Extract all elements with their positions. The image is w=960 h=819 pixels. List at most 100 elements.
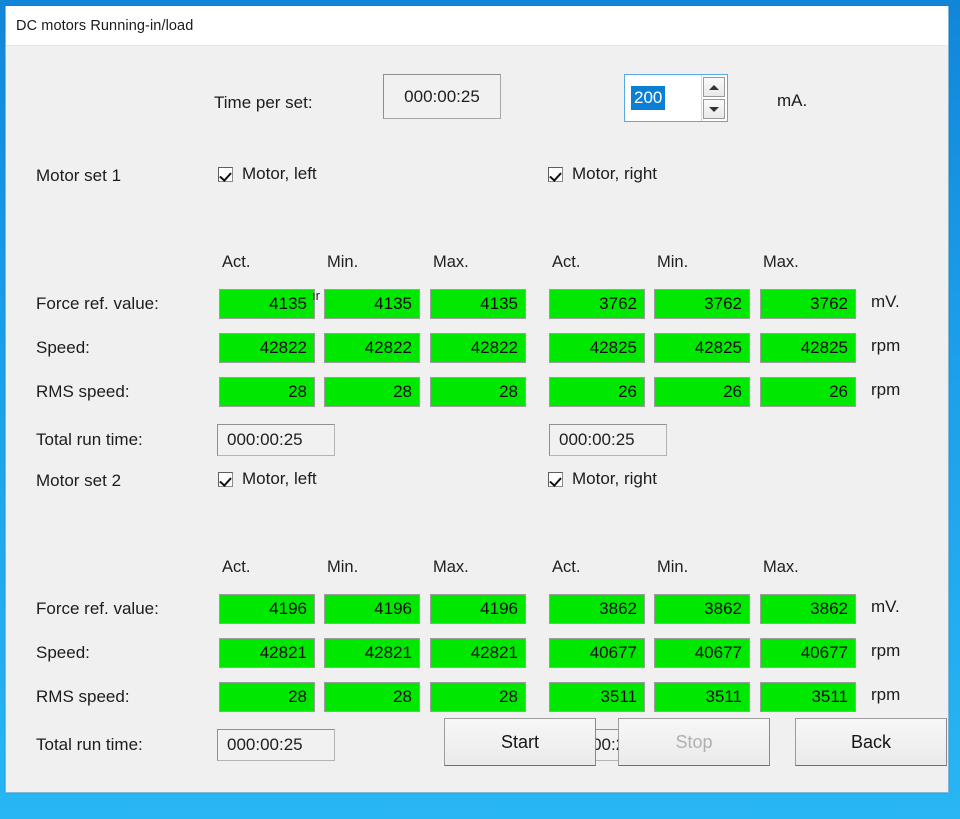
table-cell-force-min-right: 3762 <box>654 289 750 319</box>
unit-rms: rpm <box>871 685 901 704</box>
time-per-set-field[interactable]: 000:00:25 <box>383 74 501 119</box>
table-cell-force-act-right: 3862 <box>549 594 645 624</box>
checkbox-checked-icon <box>548 471 563 487</box>
checkbox-checked-icon <box>218 471 233 487</box>
column-header-min-left: Min. <box>327 253 359 271</box>
motor-set-1-right-checkbox[interactable]: Motor, right <box>548 164 657 184</box>
table-cell-force-min-left: 4135 <box>324 289 420 319</box>
triangle-up-icon <box>709 84 719 90</box>
table-cell-force-max-left: 4135 <box>430 289 526 319</box>
row-label-force: Force ref. value: <box>36 599 159 618</box>
motor-set-1-left-label: Motor, left <box>242 164 317 183</box>
checkbox-checked-icon <box>218 166 233 182</box>
table-cell-speed-max-right: 40677 <box>760 638 856 668</box>
time-per-set-row: Time per set: 000:00:25 200 mA. <box>6 46 948 138</box>
start-button[interactable]: Start <box>444 718 596 766</box>
table-cell-speed-min-right: 40677 <box>654 638 750 668</box>
motor-set-2-title: Motor set 2 <box>36 471 122 490</box>
total-run-time-right: 000:00:25 <box>549 424 667 456</box>
table-cell-rms-act-left: 28 <box>219 682 315 712</box>
motor-set-2-right-label: Motor, right <box>572 469 658 488</box>
row-label-rms: RMS speed: <box>36 687 130 706</box>
checkbox-checked-icon <box>548 166 563 182</box>
unit-rms: rpm <box>871 380 901 399</box>
desktop-background: DC motors Running-in/load Time per set: … <box>0 0 960 819</box>
motor-set-2-left-checkbox[interactable]: Motor, left <box>218 469 317 489</box>
column-header-min-right: Min. <box>657 253 689 271</box>
table-cell-speed-act-right: 40677 <box>549 638 645 668</box>
application-window: DC motors Running-in/load Time per set: … <box>5 6 949 793</box>
unit-speed: rpm <box>871 641 901 660</box>
spinner-buttons <box>701 75 727 121</box>
window-titlebar: DC motors Running-in/load <box>6 6 948 46</box>
column-header-max-right: Max. <box>763 253 799 271</box>
column-header-min-left: Min. <box>327 558 359 576</box>
table-cell-force-min-left: 4196 <box>324 594 420 624</box>
triangle-down-icon <box>709 106 719 112</box>
table-cell-force-act-left: 4135 <box>219 289 315 319</box>
column-header-act-left: Act. <box>222 558 251 576</box>
dialog-button-bar: Start Stop Back <box>6 718 948 770</box>
row-label-speed: Speed: <box>36 338 90 357</box>
motor-set-1-title: Motor set 1 <box>36 166 122 185</box>
stop-button: Stop <box>618 718 770 766</box>
table-cell-speed-min-left: 42821 <box>324 638 420 668</box>
time-per-set-label: Time per set: <box>214 93 313 112</box>
table-cell-speed-min-right: 42825 <box>654 333 750 363</box>
column-header-max-right: Max. <box>763 558 799 576</box>
table-cell-force-max-right: 3762 <box>760 289 856 319</box>
current-input-value: 200 <box>631 85 666 111</box>
table-cell-force-max-left: 4196 <box>430 594 526 624</box>
table-cell-rms-act-right: 3511 <box>549 682 645 712</box>
table-cell-rms-min-right: 3511 <box>654 682 750 712</box>
table-cell-force-act-left: 4196 <box>219 594 315 624</box>
column-header-max-left: Max. <box>433 558 469 576</box>
motor-set-2-right-checkbox[interactable]: Motor, right <box>548 469 657 489</box>
motor-set-1-left-checkbox[interactable]: Motor, left <box>218 164 317 184</box>
table-cell-rms-min-left: 28 <box>324 377 420 407</box>
unit-force: mV. <box>871 597 900 616</box>
window-title: DC motors Running-in/load <box>16 17 194 34</box>
table-cell-rms-max-right: 3511 <box>760 682 856 712</box>
spinner-up-button[interactable] <box>703 77 725 97</box>
row-label-speed: Speed: <box>36 643 90 662</box>
table-cell-speed-max-right: 42825 <box>760 333 856 363</box>
table-cell-speed-act-left: 42821 <box>219 638 315 668</box>
row-label-total: Total run time: <box>36 430 143 449</box>
column-header-min-right: Min. <box>657 558 689 576</box>
current-input[interactable]: 200 <box>625 75 701 121</box>
table-cell-speed-max-left: 42821 <box>430 638 526 668</box>
unit-force: mV. <box>871 292 900 311</box>
spinner-down-button[interactable] <box>703 99 725 119</box>
table-cell-rms-max-left: 28 <box>430 682 526 712</box>
total-run-time-left: 000:00:25 <box>217 424 335 456</box>
table-cell-rms-max-right: 26 <box>760 377 856 407</box>
table-cell-force-max-right: 3862 <box>760 594 856 624</box>
table-cell-force-act-right: 3762 <box>549 289 645 319</box>
column-header-act-right: Act. <box>552 558 581 576</box>
back-button[interactable]: Back <box>795 718 947 766</box>
current-unit-label: mA. <box>777 91 808 110</box>
table-cell-rms-min-left: 28 <box>324 682 420 712</box>
table-cell-rms-act-right: 26 <box>549 377 645 407</box>
render-artifact-text: ır <box>312 288 320 303</box>
row-label-force: Force ref. value: <box>36 294 159 313</box>
motor-set-2-left-label: Motor, left <box>242 469 317 488</box>
table-cell-rms-act-left: 28 <box>219 377 315 407</box>
table-cell-rms-max-left: 28 <box>430 377 526 407</box>
table-cell-speed-act-left: 42822 <box>219 333 315 363</box>
table-cell-force-min-right: 3862 <box>654 594 750 624</box>
table-cell-speed-min-left: 42822 <box>324 333 420 363</box>
column-header-act-right: Act. <box>552 253 581 271</box>
unit-speed: rpm <box>871 336 901 355</box>
motor-set-1-right-label: Motor, right <box>572 164 658 183</box>
row-label-rms: RMS speed: <box>36 382 130 401</box>
time-per-set-value: 000:00:25 <box>404 86 480 106</box>
table-cell-rms-min-right: 26 <box>654 377 750 407</box>
dialog-client-area: Time per set: 000:00:25 200 mA. Motor se… <box>6 46 948 792</box>
column-header-act-left: Act. <box>222 253 251 271</box>
table-cell-speed-act-right: 42825 <box>549 333 645 363</box>
column-header-max-left: Max. <box>433 253 469 271</box>
current-spinner[interactable]: 200 <box>624 74 728 122</box>
table-cell-speed-max-left: 42822 <box>430 333 526 363</box>
